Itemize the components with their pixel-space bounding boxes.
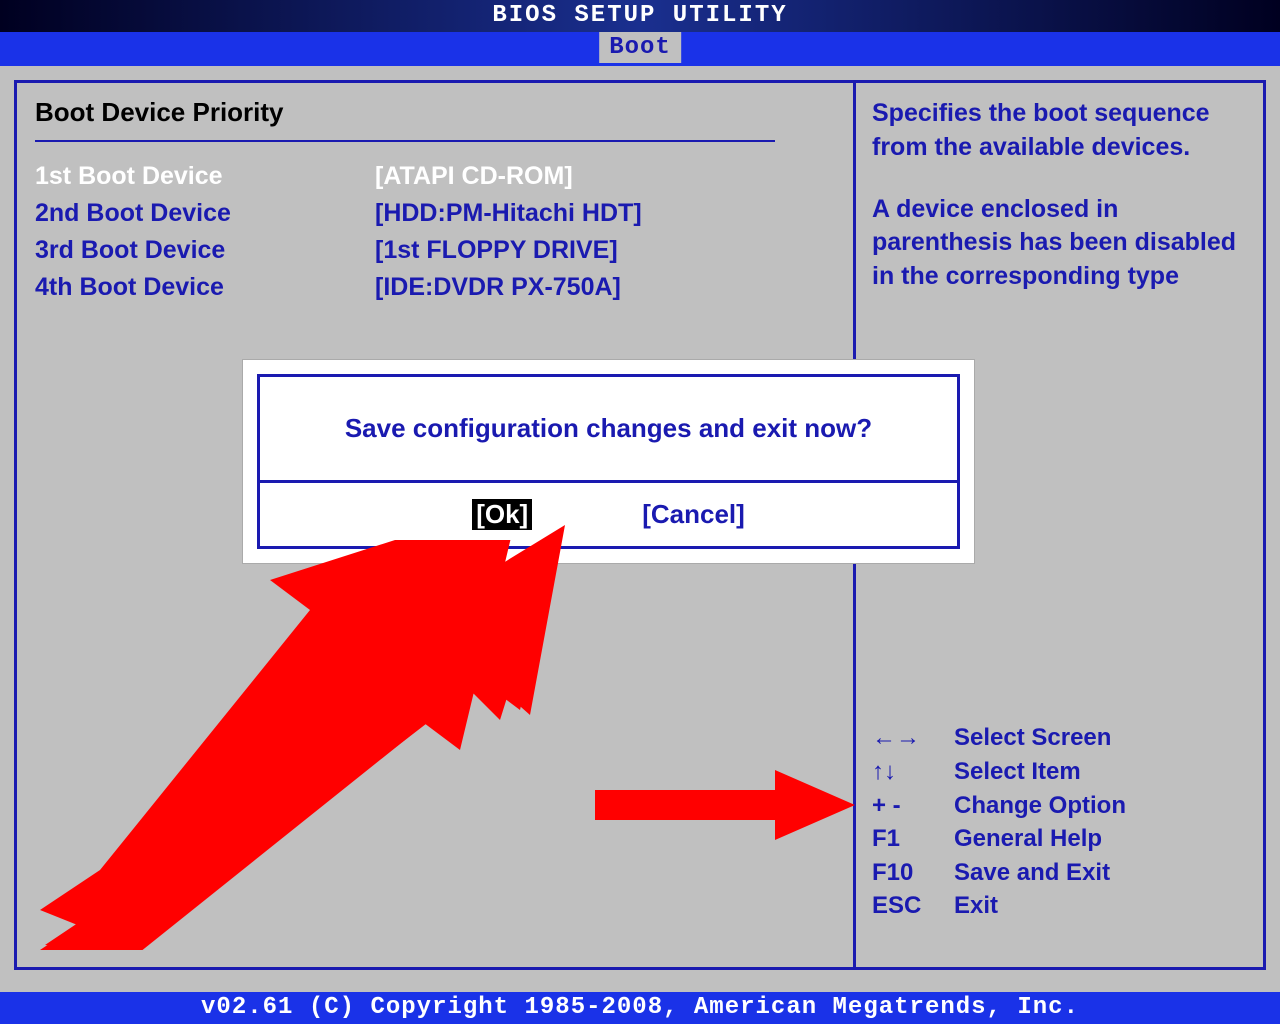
key-general-help: F1General Help [872,822,1247,856]
tab-boot[interactable]: Boot [599,32,681,63]
dialog-inner: Save configuration changes and exit now?… [257,374,960,549]
boot-device-value: [IDE:DVDR PX-750A] [375,273,621,302]
dialog-buttons: [Ok] [Cancel] [260,483,957,546]
boot-device-1[interactable]: 1st Boot Device [ATAPI CD-ROM] [35,158,835,195]
key-save-exit: F10Save and Exit [872,856,1247,890]
boot-device-3[interactable]: 3rd Boot Device [1st FLOPPY DRIVE] [35,232,835,269]
confirm-dialog: Save configuration changes and exit now?… [243,360,974,563]
boot-device-2[interactable]: 2nd Boot Device [HDD:PM-Hitachi HDT] [35,195,835,232]
key-exit: ESCExit [872,889,1247,923]
cancel-button[interactable]: [Cancel] [642,499,745,530]
key-select-screen: ←→Select Screen [872,721,1247,755]
boot-device-label: 1st Boot Device [35,162,375,191]
section-title: Boot Device Priority [35,97,835,140]
ok-button[interactable]: [Ok] [472,499,532,530]
boot-device-label: 3rd Boot Device [35,236,375,265]
help-paragraph-2: A device enclosed in parenthesis has bee… [872,193,1247,294]
boot-device-label: 4th Boot Device [35,273,375,302]
key-select-item: ↑↓ Select Item [872,755,1247,789]
boot-device-label: 2nd Boot Device [35,199,375,228]
boot-device-value: [ATAPI CD-ROM] [375,162,573,191]
boot-device-value: [HDD:PM-Hitachi HDT] [375,199,642,228]
dialog-message: Save configuration changes and exit now? [260,377,957,483]
help-paragraph-1: Specifies the boot sequence from the ava… [872,97,1247,165]
divider [35,140,775,142]
title-bar: BIOS SETUP UTILITY [0,0,1280,32]
key-legend: ←→Select Screen ↑↓ Select Item + -Change… [872,721,1247,953]
boot-device-4[interactable]: 4th Boot Device [IDE:DVDR PX-750A] [35,269,835,306]
boot-device-value: [1st FLOPPY DRIVE] [375,236,618,265]
tab-bar: Boot [0,32,1280,66]
key-change-option: + -Change Option [872,789,1247,823]
footer: v02.61 (C) Copyright 1985-2008, American… [0,992,1280,1024]
